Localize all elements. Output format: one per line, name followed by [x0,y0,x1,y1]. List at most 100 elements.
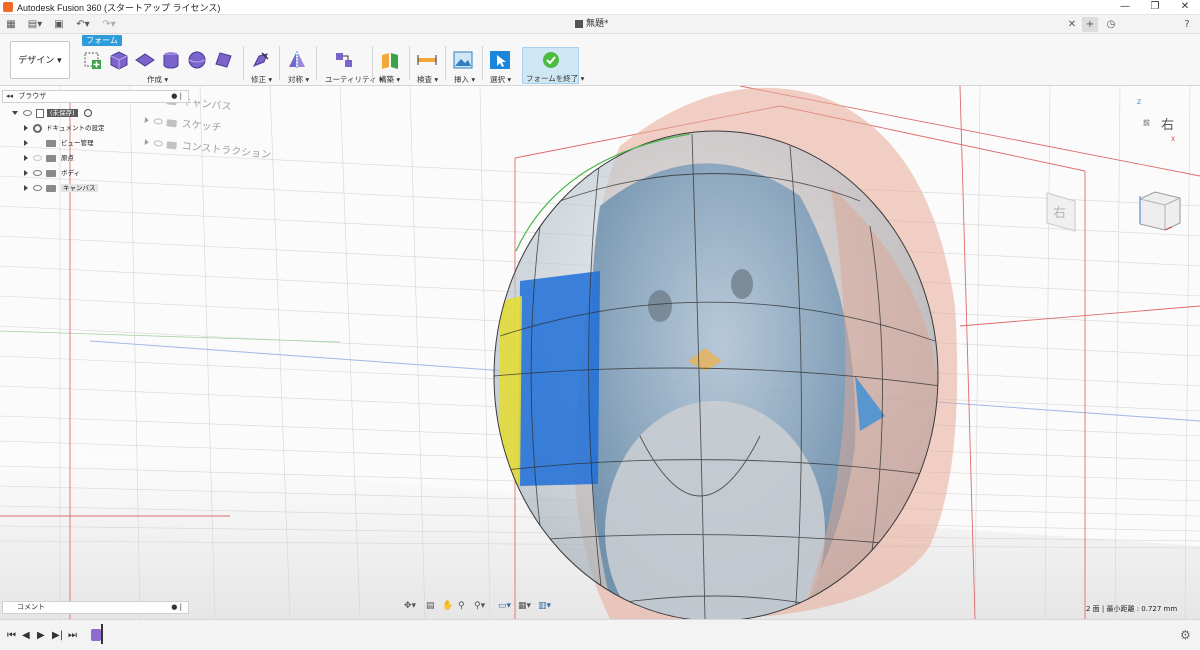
data-panel-grid-icon[interactable]: ▦ [4,17,18,32]
display-settings-icon[interactable]: ▭▾ [498,601,511,611]
inspect-menu-label[interactable]: 検査 ▾ [417,74,438,85]
viewports-icon[interactable]: ▥▾ [538,601,551,611]
canvas-plane-label: 右 [1053,206,1067,221]
ribbon-separator [372,46,373,80]
job-status-icon[interactable]: ◷ [1104,17,1118,32]
checkmark-icon [543,52,559,68]
collapse-browser-icon[interactable]: ◂◂ [6,92,13,100]
maximize-button[interactable]: ❐ [1141,0,1169,15]
ribbon-separator [279,46,280,80]
utilities-menu-label[interactable]: ユーティリティ ▾ [325,74,383,85]
document-tab-title: 無題* [586,19,609,29]
look-at-icon[interactable]: ▤ [426,601,435,611]
inspect-icon[interactable] [416,50,438,70]
utilities-icon[interactable] [333,50,355,70]
browser-root-label: (未保存) [47,109,78,117]
close-window-button[interactable]: ✕ [1171,0,1199,15]
fusion-app-icon [3,2,13,12]
ribbon-separator [243,46,244,80]
symmetry-icon[interactable] [286,50,308,70]
browser-item-label: 原点 [61,154,74,162]
browser-item-named-views[interactable]: ビュー管理 [24,137,94,149]
undo-icon[interactable]: ↶▾ [72,17,94,32]
comments-panel[interactable]: コメント ● | [2,601,189,614]
document-tab[interactable]: 無題* [575,17,609,32]
browser-item-origin[interactable]: 原点 [24,152,74,164]
navigation-bar: ✥▾ ▤ ✋ ⚲ ⚲▾ ▭▾ ▦▾ ▥▾ [404,601,557,616]
browser-item-label: ドキュメントの設定 [46,124,105,132]
title-bar: Autodesk Fusion 360 (スタートアップ ライセンス) — ❐ … [0,0,1200,15]
browser-root-item[interactable]: (未保存) [12,107,92,119]
finish-form-label: フォームを終了 ▾ [526,74,585,83]
create-form-icon[interactable] [82,50,104,70]
close-tab-icon[interactable]: ✕ [1066,17,1078,32]
sphere-icon[interactable] [186,50,208,70]
box-icon[interactable] [108,50,130,70]
redo-icon[interactable]: ↷▾ [98,17,120,32]
browser-title: ブラウザ [18,92,47,100]
construct-icon[interactable] [379,50,401,70]
browser-item-bodies[interactable]: ボディ [24,167,80,179]
workspace-switcher-button[interactable]: デザイン ▾ [10,41,70,79]
browser-panel-header[interactable]: ◂◂ ブラウザ ● | [2,90,189,103]
document-icon [575,19,583,28]
window-title: Autodesk Fusion 360 (スタートアップ ライセンス) [17,2,221,13]
browser-item-canvases[interactable]: キャンバス [24,182,98,194]
browser-item-label: キャンバス [61,184,98,192]
fit-icon[interactable]: ⚲▾ [474,601,485,611]
comments-label: コメント [17,603,45,611]
cylinder-icon[interactable] [160,50,182,70]
play-icon[interactable]: ▶ [37,630,45,641]
tab-form[interactable]: フォーム [82,35,122,46]
form-feature-icon[interactable] [91,629,101,641]
timeline-marker[interactable] [101,624,103,644]
plane-icon[interactable] [134,50,156,70]
selection-status: 2 面 | 最小距離 : 0.727 mm [1086,605,1178,613]
file-menu-icon[interactable]: ▤▾ [24,17,46,32]
ribbon-separator [445,46,446,80]
grid-settings-icon[interactable]: ▦▾ [518,601,531,611]
pan-icon[interactable]: ✋ [442,601,453,611]
go-to-start-icon[interactable]: ⏮ [7,630,16,641]
quick-access-toolbar: ▦ ▤▾ ▣ ↶▾ ↷▾ 無題* ✕ + ◷ ? [0,15,1200,34]
insert-image-icon[interactable] [452,50,474,70]
activate-radio-icon[interactable] [83,109,92,117]
viewcube-right-label[interactable]: 右 [1161,114,1174,133]
browser-item-label: ビュー管理 [61,139,94,147]
create-menu-label[interactable]: 作成 ▾ [147,74,168,85]
ribbon-separator [482,46,483,80]
select-menu-label[interactable]: 選択 ▾ [490,74,511,85]
go-to-end-icon[interactable]: ⏭ [68,630,77,641]
step-forward-icon[interactable]: ▶| [52,630,63,641]
ribbon-separator [409,46,410,80]
comments-pin-icon[interactable]: ● | [171,602,182,613]
browser-pin-icon[interactable]: ● | [171,91,182,102]
ribbon-separator [316,46,317,80]
toolbar-ribbon: デザイン ▾ フォーム 作成 ▾ 修正 ▾ 対称 ▾ ユーティリティ ▾ 構築 … [0,34,1200,86]
browser-item-document-settings[interactable]: ドキュメントの設定 [24,122,105,134]
canvas-scene [0,86,1200,619]
minimize-button[interactable]: — [1111,0,1139,15]
modify-menu-label[interactable]: 修正 ▾ [251,74,272,85]
insert-menu-label[interactable]: 挿入 ▾ [454,74,475,85]
axis-z-label: Z [1137,99,1142,106]
orbit-icon[interactable]: ✥▾ [404,601,416,611]
select-icon[interactable] [489,50,511,70]
modify-icon[interactable] [250,50,272,70]
viewcube[interactable] [1139,191,1181,231]
axis-x-label: X [1171,136,1176,143]
help-icon[interactable]: ? [1180,17,1194,32]
timeline-settings-gear-icon[interactable]: ⚙ [1180,628,1191,642]
finish-form-button[interactable]: フォームを終了 ▾ [522,47,584,84]
viewcube-front-label: 前 [1143,119,1150,127]
construct-menu-label[interactable]: 構築 ▾ [379,74,400,85]
zoom-icon[interactable]: ⚲ [458,601,465,611]
new-tab-icon[interactable]: + [1082,17,1098,32]
browser-item-label: ボディ [61,169,81,177]
gear-icon [33,123,42,133]
symmetry-menu-label[interactable]: 対称 ▾ [288,74,309,85]
save-icon[interactable]: ▣ [52,17,66,32]
3d-viewport[interactable]: 前 右 Z X 右 キャンバス スケッチ コンストラクション [0,86,1200,619]
torus-icon[interactable] [212,50,234,70]
step-back-icon[interactable]: ◀ [22,630,30,641]
